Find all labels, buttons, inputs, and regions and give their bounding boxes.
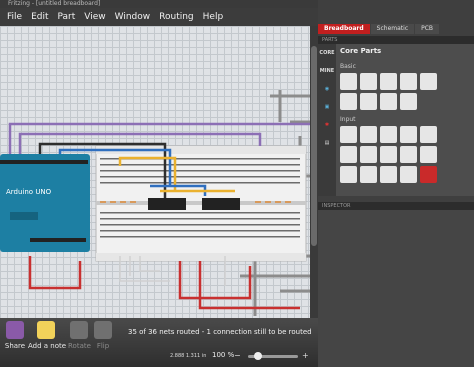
part-knob[interactable] <box>420 126 437 143</box>
part-sensor-3[interactable] <box>420 146 437 163</box>
inspector-header: INSPECTOR <box>318 202 474 210</box>
part-button-2[interactable] <box>360 146 377 163</box>
part-categories: CORE MINE ◉ ▣ ✱ ▤ <box>318 44 336 196</box>
menu-file[interactable]: File <box>7 12 22 22</box>
zoom-slider[interactable] <box>248 352 298 360</box>
rotate-icon <box>70 321 88 339</box>
part-sensor-2[interactable] <box>400 146 417 163</box>
part-capacitor[interactable] <box>360 73 377 90</box>
menu-window[interactable]: Window <box>115 12 151 22</box>
category-mine[interactable]: MINE <box>318 62 336 80</box>
group-input-label: Input <box>340 116 356 123</box>
tab-schematic[interactable]: Schematic <box>370 24 415 34</box>
category-icon-3[interactable]: ✱ <box>318 116 336 134</box>
chip-74hc595-2[interactable] <box>202 198 240 210</box>
rotate-button[interactable]: Rotate <box>68 321 91 350</box>
circuit-drawing: Arduino UNO <box>0 90 310 316</box>
breadboard[interactable] <box>95 145 307 262</box>
window-title: Fritzing - [untitled breadboard] <box>8 0 101 7</box>
inspector-panel <box>318 210 474 367</box>
arduino-uno-board[interactable]: Arduino UNO <box>0 154 90 252</box>
menu-view[interactable]: View <box>84 12 105 22</box>
part-ic[interactable] <box>380 93 397 110</box>
bottom-toolbar: Share Add a note Rotate Flip 35 of 36 ne… <box>0 318 318 367</box>
view-tabs: Breadboard Schematic PCB <box>318 24 474 34</box>
note-icon <box>37 321 55 339</box>
part-switch-1[interactable] <box>380 126 397 143</box>
flip-button[interactable]: Flip <box>94 321 112 350</box>
scrollbar-thumb[interactable] <box>311 46 317 246</box>
category-icon-4[interactable]: ▤ <box>318 134 336 152</box>
flip-icon <box>94 321 112 339</box>
part-ceramic[interactable] <box>380 73 397 90</box>
part-resistor[interactable] <box>340 73 357 90</box>
part-inductor[interactable] <box>420 73 437 90</box>
tab-breadboard[interactable]: Breadboard <box>318 24 370 34</box>
part-button-1[interactable] <box>340 146 357 163</box>
part-relay[interactable] <box>380 166 397 183</box>
part-transistor[interactable] <box>360 93 377 110</box>
parts-header: PARTS <box>318 36 474 44</box>
zoom-level: 100 % <box>212 351 235 359</box>
arduino-label: Arduino UNO <box>6 188 52 196</box>
menu-help[interactable]: Help <box>203 12 224 22</box>
menu-edit[interactable]: Edit <box>31 12 48 22</box>
core-parts-title: Core Parts <box>340 47 382 55</box>
breadboard-canvas[interactable]: Arduino UNO <box>0 26 310 318</box>
chip-74hc595-1[interactable] <box>148 198 186 210</box>
part-pot-1[interactable] <box>340 126 357 143</box>
cursor-coordinates: 2.888 1.311 in <box>170 353 207 359</box>
zoom-slider-knob[interactable] <box>254 352 262 360</box>
category-icon-2[interactable]: ▣ <box>318 98 336 116</box>
part-mic[interactable] <box>340 166 357 183</box>
add-note-button[interactable]: Add a note <box>28 321 67 350</box>
share-button[interactable]: Share <box>4 321 26 350</box>
menu-routing[interactable]: Routing <box>159 12 194 22</box>
category-icon-1[interactable]: ◉ <box>318 80 336 98</box>
category-core[interactable]: CORE <box>318 44 336 62</box>
right-panel: Breadboard Schematic PCB PARTS CORE MINE… <box>318 0 474 367</box>
part-switch-2[interactable] <box>400 126 417 143</box>
part-chip[interactable] <box>400 93 417 110</box>
part-sensor-5[interactable] <box>420 166 437 183</box>
part-sensor-4[interactable] <box>400 166 417 183</box>
add-note-label: Add a note <box>28 342 67 350</box>
flip-label: Flip <box>96 342 110 350</box>
tab-pcb[interactable]: PCB <box>415 24 440 34</box>
menu-part[interactable]: Part <box>58 12 76 22</box>
canvas-scrollbar[interactable] <box>310 26 318 318</box>
part-pot-2[interactable] <box>360 126 377 143</box>
part-led[interactable] <box>340 93 357 110</box>
share-label: Share <box>4 342 26 350</box>
routing-status: 35 of 36 nets routed - 1 connection stil… <box>128 328 312 336</box>
parts-bin: CORE MINE ◉ ▣ ✱ ▤ Core Parts Basic Input <box>318 44 474 196</box>
part-sensor-1[interactable] <box>380 146 397 163</box>
zoom-in-icon[interactable]: + <box>302 351 309 360</box>
rotate-label: Rotate <box>68 342 91 350</box>
group-basic-label: Basic <box>340 63 356 70</box>
part-battery[interactable] <box>400 73 417 90</box>
zoom-out-icon[interactable]: − <box>234 351 241 360</box>
part-pir[interactable] <box>360 166 377 183</box>
share-icon <box>6 321 24 339</box>
menu-bar: File Edit Part View Window Routing Help <box>0 8 318 26</box>
